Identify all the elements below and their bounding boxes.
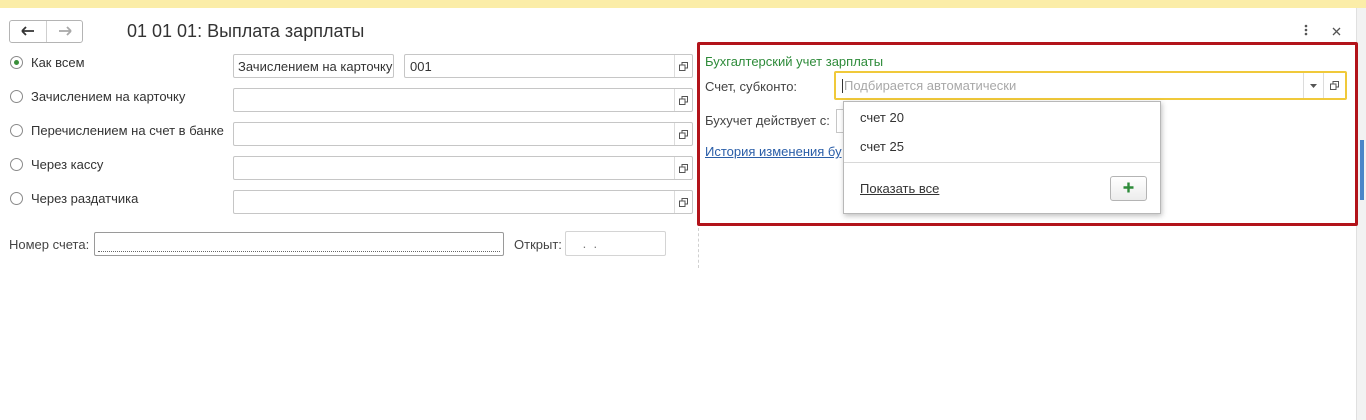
accounting-section-heading: Бухгалтерский учет зарплаты (705, 54, 884, 69)
account-number-input[interactable] (94, 232, 504, 256)
top-strip (0, 0, 1366, 8)
show-all-link[interactable]: Показать все (860, 181, 939, 196)
radio-icon (10, 89, 23, 103)
radio-option-dispenser[interactable]: Через раздатчика (10, 189, 138, 207)
dropdown-separator (844, 162, 1160, 163)
radio-icon (10, 157, 23, 171)
column-divider (698, 228, 699, 268)
dropdown-item[interactable]: счет 20 (860, 110, 904, 125)
bank-account-field[interactable] (233, 122, 693, 146)
plus-icon (1123, 181, 1134, 196)
chevron-down-icon[interactable] (1303, 73, 1323, 98)
open-icon[interactable] (1323, 73, 1345, 98)
open-icon[interactable] (674, 191, 692, 213)
default-method-field[interactable]: Зачислением на карточку (233, 54, 394, 78)
dispenser-field[interactable] (233, 190, 693, 214)
close-icon (1332, 23, 1341, 39)
radio-label: Как всем (31, 54, 85, 70)
radio-label: Зачислением на карточку (31, 88, 186, 104)
back-button[interactable] (10, 21, 46, 42)
account-subconto-label: Счет, субконто: (705, 79, 798, 94)
account-placeholder: Подбирается автоматически (844, 78, 1017, 93)
dropdown-item[interactable]: счет 25 (860, 139, 904, 154)
radio-icon (10, 123, 23, 137)
radio-option-bank[interactable]: Перечислением на счет в банке (10, 121, 224, 139)
forward-button[interactable] (46, 21, 82, 42)
opened-label: Открыт: (514, 237, 562, 252)
open-icon[interactable] (674, 123, 692, 145)
card-account-field[interactable] (233, 88, 693, 112)
code-value: 001 (410, 58, 432, 74)
radio-selected-icon (10, 55, 23, 69)
radio-label: Через раздатчика (31, 190, 139, 206)
scroll-mark (1360, 140, 1364, 200)
add-button[interactable] (1110, 176, 1147, 201)
history-link[interactable]: История изменения бу (705, 144, 842, 159)
close-button[interactable] (1328, 22, 1344, 40)
opened-date-input[interactable]: . . (565, 231, 666, 256)
default-code-field[interactable]: 001 (404, 54, 693, 78)
open-icon[interactable] (674, 89, 692, 111)
account-dropdown: счет 20 счет 25 Показать все (843, 101, 1161, 214)
radio-icon (10, 191, 23, 205)
more-button[interactable] (1298, 22, 1314, 40)
navigation-buttons (9, 20, 83, 43)
account-number-label: Номер счета: (9, 237, 90, 252)
kebab-icon (1304, 23, 1308, 39)
arrow-right-icon (58, 24, 72, 39)
open-icon[interactable] (674, 55, 692, 77)
open-icon[interactable] (674, 157, 692, 179)
page-title: 01 01 01: Выплата зарплаты (127, 21, 365, 41)
account-subconto-input[interactable]: Подбирается автоматически (834, 71, 1347, 100)
radio-option-cash[interactable]: Через кассу (10, 155, 103, 173)
cash-desk-field[interactable] (233, 156, 693, 180)
arrow-left-icon (21, 24, 35, 39)
radio-option-card[interactable]: Зачислением на карточку (10, 87, 185, 105)
radio-label: Перечислением на счет в банке (31, 122, 224, 138)
radio-option-default[interactable]: Как всем (10, 53, 85, 71)
radio-label: Через кассу (31, 156, 104, 172)
effective-from-label: Бухучет действует с: (705, 113, 830, 128)
